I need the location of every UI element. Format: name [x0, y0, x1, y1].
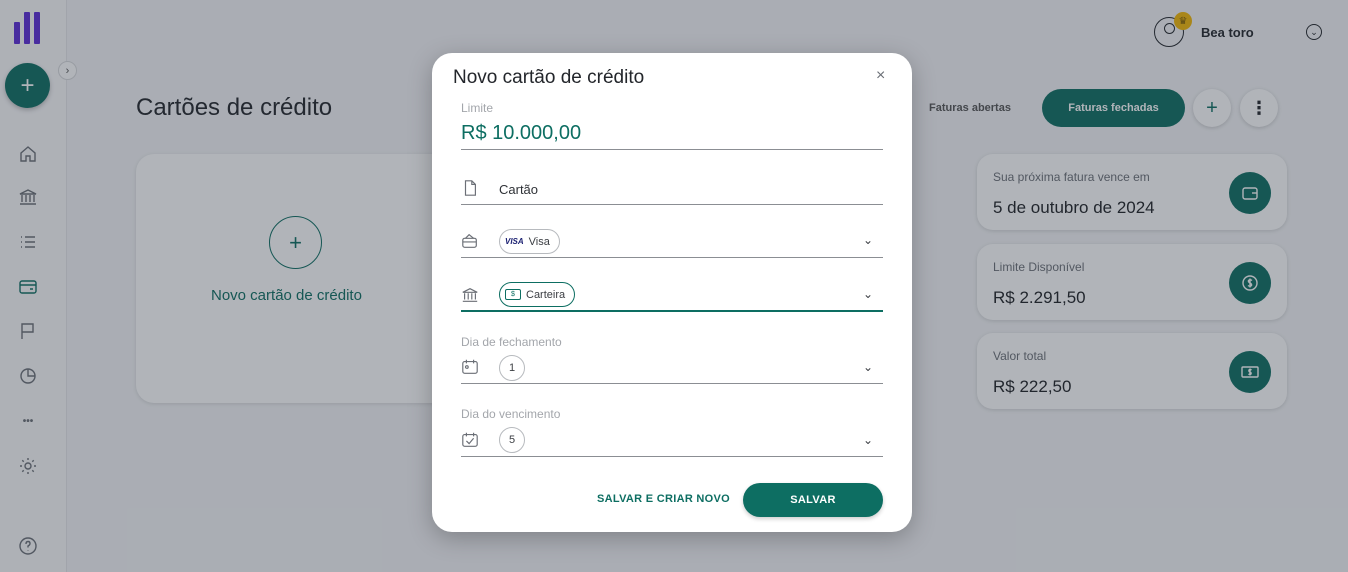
- chevron-down-icon[interactable]: ⌄: [863, 360, 873, 374]
- save-button[interactable]: SALVAR: [743, 483, 883, 517]
- card-brand-value: Visa: [528, 235, 550, 248]
- closing-day-label: Dia de fechamento: [461, 335, 562, 349]
- new-credit-card-dialog: Novo cartão de crédito × Limite R$ 10.00…: [432, 53, 912, 532]
- account-select[interactable]: $ Carteira: [499, 282, 576, 307]
- cash-icon: $: [505, 289, 521, 300]
- dialog-title: Novo cartão de crédito: [453, 67, 645, 88]
- limit-input[interactable]: R$ 10.000,00: [461, 122, 581, 145]
- card-name-input[interactable]: Cartão: [499, 182, 538, 197]
- calendar-check-icon: [461, 431, 481, 451]
- due-day-select[interactable]: 5: [499, 427, 525, 453]
- closing-day-select[interactable]: 1: [499, 355, 525, 381]
- card-brand-select[interactable]: VISA Visa: [499, 229, 560, 254]
- due-day-label: Dia do vencimento: [461, 407, 561, 421]
- close-icon[interactable]: ×: [876, 67, 885, 85]
- divider: [461, 310, 883, 312]
- calendar-icon: [461, 358, 481, 378]
- chevron-down-icon[interactable]: ⌄: [863, 287, 873, 301]
- divider: [461, 456, 883, 457]
- limit-label: Limite: [461, 101, 494, 115]
- divider: [461, 204, 883, 205]
- save-and-new-button[interactable]: SALVAR E CRIAR NOVO: [597, 493, 730, 505]
- document-icon: [461, 179, 481, 199]
- divider: [461, 257, 883, 258]
- bank-icon: [461, 286, 481, 306]
- chevron-down-icon[interactable]: ⌄: [863, 233, 873, 247]
- chevron-down-icon[interactable]: ⌄: [863, 433, 873, 447]
- divider: [461, 383, 883, 384]
- visa-icon: VISA: [505, 237, 524, 246]
- card-brand-icon: [461, 232, 481, 252]
- divider: [461, 149, 883, 150]
- account-value: Carteira: [526, 288, 566, 301]
